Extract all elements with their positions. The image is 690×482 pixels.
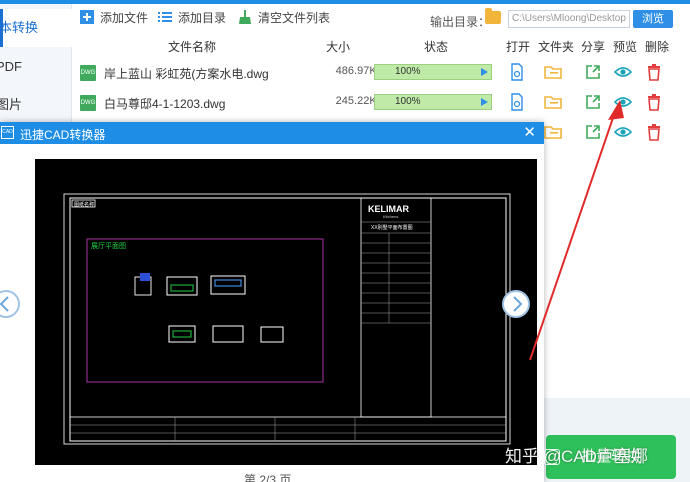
annotation-arrow (529, 100, 624, 361)
arrow-line (529, 111, 616, 361)
arrow-head (608, 100, 624, 120)
app-window: 本转换 PDF 图片 添加文件 添加目录 清空文件列表 输出目录： C:\Use… (0, 0, 690, 482)
video-play-icon (544, 449, 560, 465)
watermark: 知乎 @CAD卢塞娜 (505, 447, 648, 466)
